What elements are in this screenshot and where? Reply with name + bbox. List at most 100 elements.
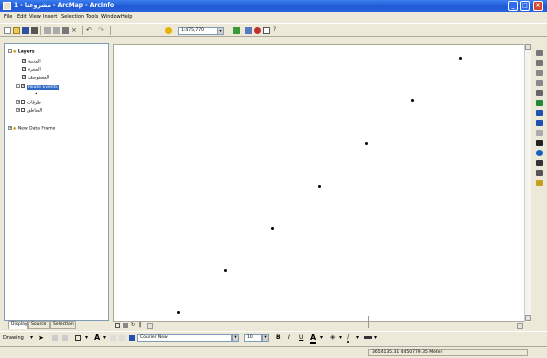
italic-button[interactable]: I xyxy=(288,334,290,341)
checkbox-icon[interactable]: ✓ xyxy=(22,59,26,63)
bold-button[interactable]: B xyxy=(276,334,281,341)
open-icon[interactable] xyxy=(13,27,20,34)
new-document-icon[interactable] xyxy=(4,27,11,34)
select-features-icon[interactable] xyxy=(536,130,543,136)
fixed-zoom-in-icon[interactable] xyxy=(536,70,543,76)
redo-icon[interactable]: ↷ xyxy=(98,27,105,34)
identify-icon[interactable] xyxy=(536,150,543,156)
layers-group[interactable]: - ◆ Layers xyxy=(8,49,35,55)
checkbox-icon[interactable]: ✓ xyxy=(22,67,26,71)
menu-file[interactable]: File xyxy=(4,14,12,20)
font-color-icon[interactable]: A xyxy=(310,333,317,344)
chevron-down-icon[interactable]: ▾ xyxy=(217,27,224,35)
tab-selection[interactable]: Selection xyxy=(50,321,76,329)
map-point[interactable] xyxy=(177,311,180,314)
chevron-down-icon[interactable]: ▾ xyxy=(374,334,377,341)
drawing-menu[interactable]: Drawing xyxy=(3,335,24,341)
chevron-down-icon[interactable]: ▾ xyxy=(262,334,269,342)
pan-icon[interactable] xyxy=(536,90,543,96)
checkbox-icon[interactable] xyxy=(21,100,25,104)
scroll-up-icon[interactable] xyxy=(525,44,531,50)
menu-edit[interactable]: Edit xyxy=(17,14,27,20)
line-color-icon[interactable]: ∕ xyxy=(347,333,350,343)
checkbox-icon[interactable]: ✓ xyxy=(21,84,25,88)
scroll-left-icon[interactable] xyxy=(147,323,153,329)
map-vertical-scrollbar[interactable] xyxy=(524,44,531,322)
select-elements-icon[interactable]: ➤ xyxy=(38,334,44,342)
menu-tools[interactable]: Tools xyxy=(86,14,98,20)
expand-icon[interactable]: + xyxy=(16,100,20,104)
pause-draw-icon[interactable]: ‖ xyxy=(139,322,142,328)
new-text-icon[interactable]: A xyxy=(94,333,100,342)
zoom-in-icon[interactable] xyxy=(536,50,543,56)
map-point[interactable] xyxy=(271,227,274,230)
checkbox-icon[interactable] xyxy=(21,108,25,112)
menu-window[interactable]: Window xyxy=(101,14,121,20)
full-extent-icon[interactable] xyxy=(536,100,543,106)
horizontal-scrollbar[interactable] xyxy=(368,316,369,328)
toc-layer-park[interactable]: ✓ المتنزه xyxy=(22,67,41,73)
command-line-icon[interactable] xyxy=(254,27,261,34)
map-point[interactable] xyxy=(224,269,227,272)
map-point[interactable] xyxy=(318,185,321,188)
underline-button[interactable]: U xyxy=(299,334,303,341)
add-data-icon[interactable] xyxy=(165,27,172,34)
forward-extent-icon[interactable] xyxy=(536,120,543,126)
select-elements-icon[interactable] xyxy=(536,140,543,146)
model-builder-icon[interactable] xyxy=(263,27,270,34)
rotate-icon[interactable] xyxy=(52,335,58,341)
toc-layer-regions[interactable]: + المناطق xyxy=(16,108,42,114)
menu-selection[interactable]: Selection xyxy=(61,14,84,20)
copy-icon[interactable] xyxy=(53,27,60,34)
tab-source[interactable]: Source xyxy=(28,321,50,329)
save-icon[interactable] xyxy=(22,27,29,34)
toc-layer-roads[interactable]: + طرقات xyxy=(16,100,41,106)
print-icon[interactable] xyxy=(31,27,38,34)
font-name-select[interactable]: Courier New xyxy=(137,334,232,342)
toc-layer-clinic[interactable]: ✓ المستوصف xyxy=(22,75,49,81)
marker-icon[interactable] xyxy=(119,335,125,341)
marker-color-icon[interactable] xyxy=(364,336,372,339)
delete-icon[interactable]: × xyxy=(71,27,78,34)
font-size-select[interactable]: 10 xyxy=(244,334,262,342)
collapse-icon[interactable]: - xyxy=(8,49,12,53)
cut-icon[interactable] xyxy=(44,27,51,34)
zoom-to-selected-icon[interactable] xyxy=(62,335,68,341)
map-point[interactable] xyxy=(365,142,368,145)
chevron-down-icon[interactable]: ▾ xyxy=(339,334,342,341)
tab-display[interactable]: Display xyxy=(8,321,28,329)
layout-view-icon[interactable] xyxy=(123,323,128,328)
whats-this-help-icon[interactable]: ? xyxy=(273,27,280,34)
minimize-button[interactable]: _ xyxy=(508,1,518,11)
menu-view[interactable]: View xyxy=(29,14,41,20)
chevron-down-icon[interactable]: ▾ xyxy=(356,334,359,341)
scroll-right-icon[interactable] xyxy=(517,323,523,329)
chevron-down-icon[interactable]: ▾ xyxy=(85,334,88,341)
chevron-down-icon[interactable]: ▾ xyxy=(232,334,239,342)
maximize-button[interactable]: □ xyxy=(520,1,530,11)
editor-toolbar-icon[interactable] xyxy=(233,27,240,34)
expand-icon[interactable]: + xyxy=(16,108,20,112)
expand-icon[interactable]: + xyxy=(8,126,12,130)
back-extent-icon[interactable] xyxy=(536,110,543,116)
menu-help[interactable]: Help xyxy=(121,14,132,20)
map-point[interactable] xyxy=(459,57,462,60)
edit-vertices-icon[interactable] xyxy=(110,335,116,341)
refresh-icon[interactable]: ↻ xyxy=(131,322,135,328)
undo-icon[interactable]: ↶ xyxy=(86,27,93,34)
map-display[interactable] xyxy=(113,44,531,322)
chevron-down-icon[interactable]: ▾ xyxy=(30,334,33,341)
hyperlink-icon[interactable] xyxy=(536,180,543,186)
zoom-out-icon[interactable] xyxy=(536,60,543,66)
map-point[interactable] xyxy=(411,99,414,102)
checkbox-icon[interactable]: ✓ xyxy=(22,75,26,79)
toc-layer-city[interactable]: ✓ المدينة xyxy=(22,59,41,65)
measure-icon[interactable] xyxy=(536,170,543,176)
find-icon[interactable] xyxy=(536,160,543,166)
close-button[interactable]: × xyxy=(533,1,543,11)
chevron-down-icon[interactable]: ▾ xyxy=(103,334,106,341)
collapse-icon[interactable]: - xyxy=(16,84,20,88)
toc-layer-route-events[interactable]: - ✓ Route Events xyxy=(16,84,59,90)
fill-color-icon[interactable]: ◈ xyxy=(330,333,335,341)
arctoolbox-icon[interactable] xyxy=(245,27,252,34)
